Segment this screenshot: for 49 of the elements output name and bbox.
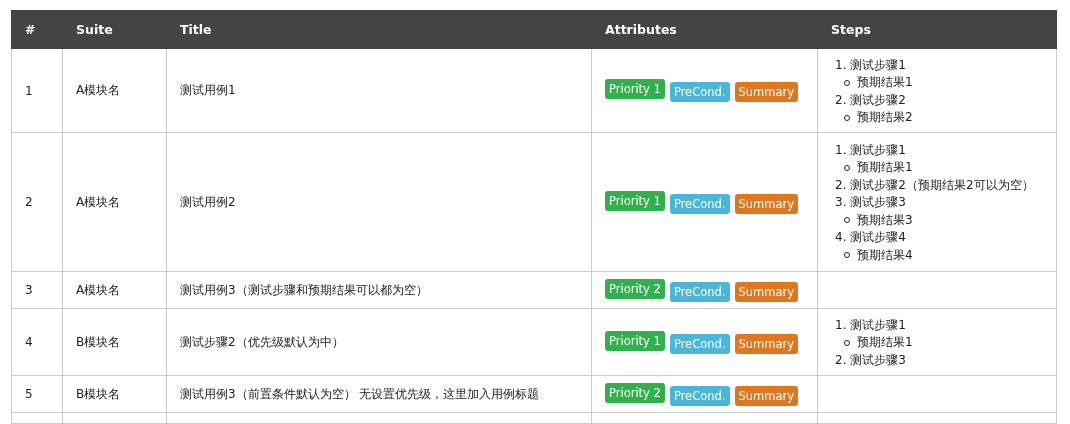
- column-header: Title: [166, 10, 592, 49]
- expected-result: 预期结果1: [857, 159, 913, 177]
- column-header: Steps: [817, 10, 1057, 49]
- suite-name: B模块名: [76, 334, 121, 349]
- test-step: 1. 测试步骤1: [835, 316, 1043, 335]
- suite-name: A模块名: [76, 282, 121, 297]
- test-step: 4. 测试步骤4: [835, 229, 1043, 247]
- attribute-tag: Summary: [734, 281, 799, 302]
- row-number: 4: [25, 335, 33, 349]
- test-step: 2. 测试步骤3: [835, 351, 1043, 370]
- expected-result: 预期结果1: [857, 334, 913, 352]
- case-title: 测试用例3（测试步骤和预期结果可以都为空）: [180, 282, 428, 297]
- attribute-tag: PreCond.: [669, 385, 730, 406]
- suite-name: B模块名: [76, 386, 121, 401]
- attribute-tag: PreCond.: [669, 333, 730, 354]
- test-step: 2. 测试步骤2: [835, 91, 1043, 109]
- row-number: 2: [25, 195, 33, 209]
- case-title: 测试用例3（前置条件默认为空） 无设置优先级，这里加入用例标题: [180, 386, 540, 401]
- case-title: 测试用例1: [180, 83, 236, 97]
- attribute-tag: Summary: [734, 333, 799, 354]
- attribute-tag: Summary: [734, 193, 799, 214]
- attribute-tag: Priority 2: [605, 382, 665, 403]
- attribute-tag: Priority 1: [605, 79, 665, 99]
- case-title: 测试步骤2（优先级默认为中）: [180, 334, 344, 349]
- row-number: 3: [25, 283, 33, 297]
- test-step: 3. 测试步骤3: [835, 194, 1043, 212]
- row-number: 1: [25, 83, 33, 98]
- test-step: 2. 测试步骤2（预期结果2可以为空）: [835, 176, 1043, 195]
- test-step: 1. 测试步骤1: [835, 142, 1043, 160]
- attribute-tag: Summary: [734, 385, 799, 406]
- suite-name: A模块名: [76, 83, 121, 97]
- suite-name: A模块名: [76, 194, 121, 209]
- attribute-tag: Priority 1: [605, 330, 665, 351]
- attribute-tag: PreCond.: [669, 281, 730, 302]
- expected-result: 预期结果3: [857, 211, 913, 229]
- row-number: 5: [25, 387, 33, 401]
- attribute-tag: Summary: [734, 82, 799, 102]
- expected-result: 预期结果4: [857, 246, 913, 264]
- column-header: Suite: [62, 10, 167, 49]
- column-header: Attributes: [591, 10, 818, 49]
- case-title: 测试用例2: [180, 194, 236, 209]
- attribute-tag: Priority 2: [605, 278, 665, 299]
- attribute-tag: PreCond.: [669, 193, 730, 214]
- expected-result: 预期结果1: [857, 74, 913, 92]
- column-header: #: [11, 10, 63, 49]
- test-step: 1. 测试步骤1: [835, 56, 1043, 75]
- attribute-tag: PreCond.: [669, 82, 730, 102]
- attribute-tag: Priority 1: [605, 190, 665, 211]
- expected-result: 预期结果2: [857, 108, 913, 126]
